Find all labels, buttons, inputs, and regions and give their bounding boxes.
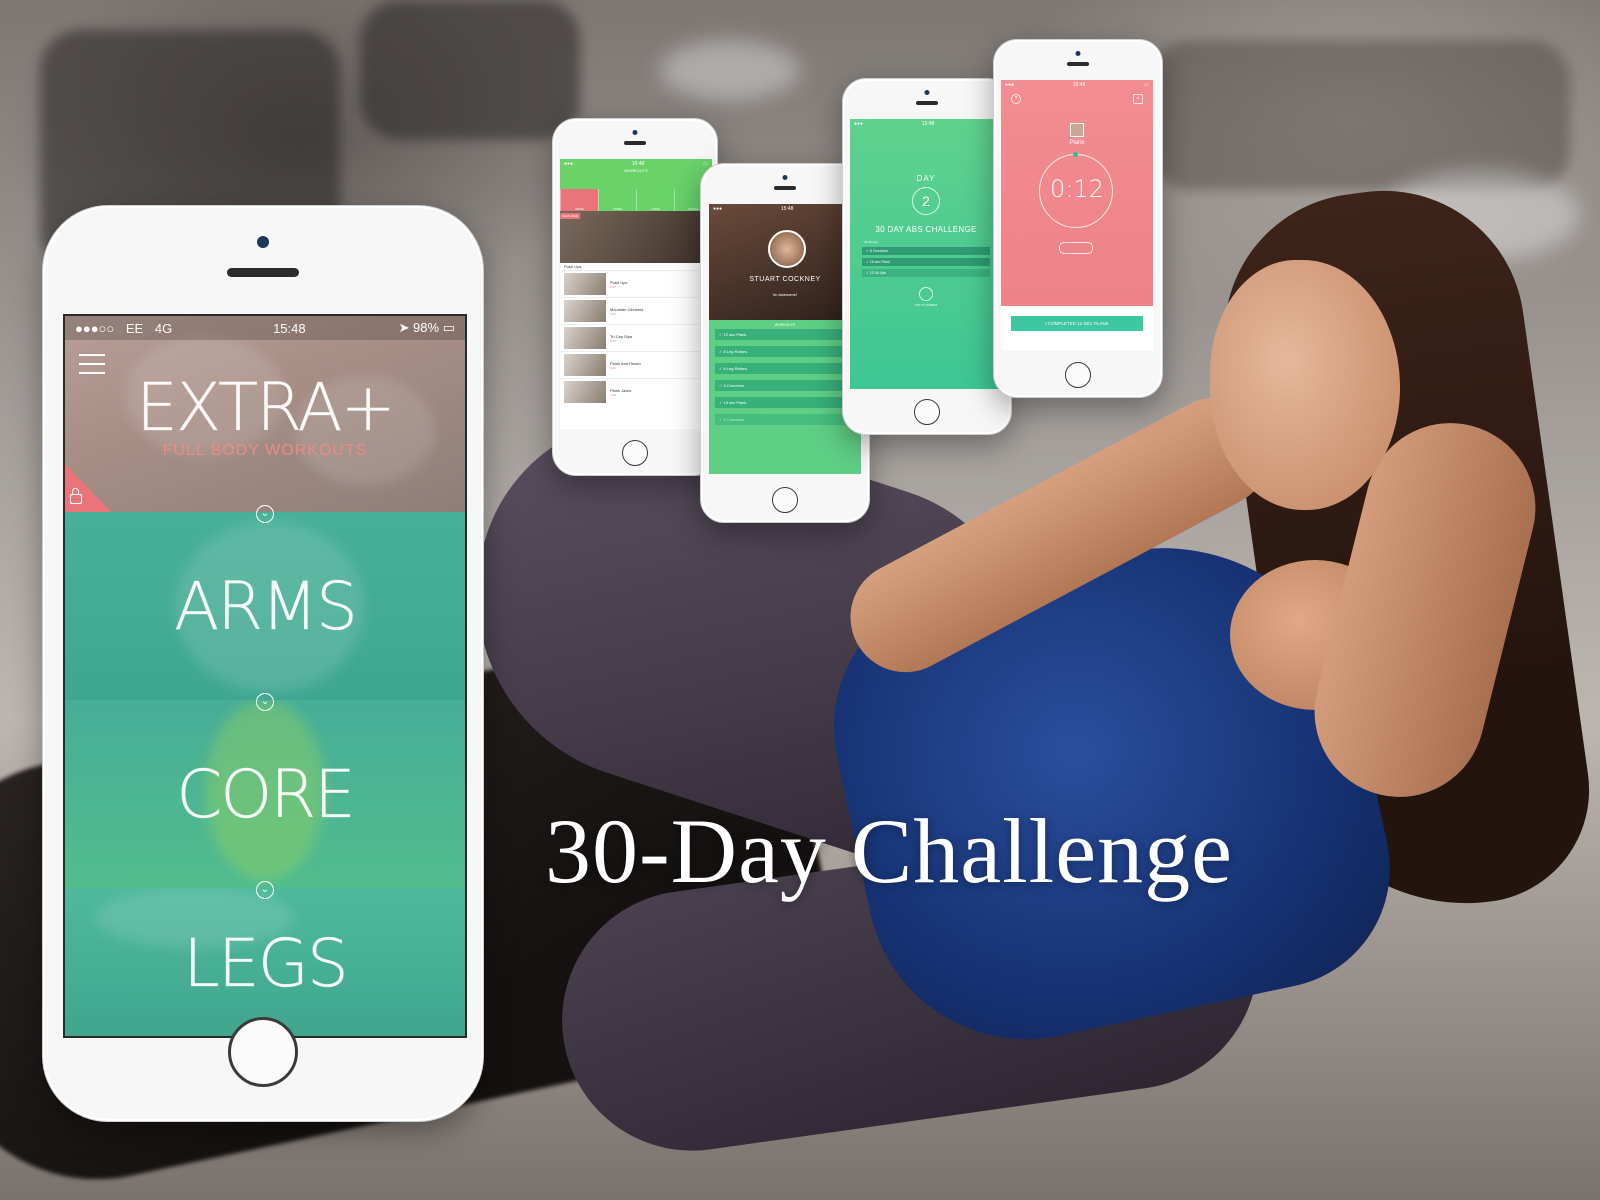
- section-title: CORE: [176, 755, 356, 833]
- list-item[interactable]: Tri-Cep Dips 0:14: [560, 324, 712, 351]
- list-item[interactable]: Plank Jacks 0:18: [560, 378, 712, 405]
- clock: 15:48: [273, 320, 306, 336]
- location-icon: ➤: [398, 320, 410, 335]
- list-label: Push Ups: [564, 264, 582, 269]
- challenge-subtitle: 30 Sit Ups: [864, 240, 878, 244]
- status-bar: ●●●15:48▭: [564, 160, 708, 167]
- help-icon[interactable]: ?: [1011, 94, 1021, 104]
- timer-panel: ●●● 15:48 ▭ ? × Plank 0:12: [1001, 80, 1153, 306]
- home-button[interactable]: [772, 487, 798, 513]
- list-item[interactable]: ✓ 4 Crunches: [715, 414, 855, 425]
- main-phone: ●●●○○ EE 4G 15:48 ➤ 98% ▭ EXTRA+ FULL BO…: [42, 205, 484, 1122]
- play-pause-control[interactable]: [1059, 242, 1093, 254]
- profile-status: Im Awesome!: [773, 292, 797, 297]
- tab-legs[interactable]: LEGS: [636, 189, 674, 211]
- earpiece: [624, 141, 646, 145]
- home-button[interactable]: [622, 440, 648, 466]
- chevron-down-icon[interactable]: ⌄: [256, 693, 274, 711]
- section-core[interactable]: CORE: [65, 700, 465, 888]
- tab-arms[interactable]: ARMS: [560, 189, 598, 211]
- locked-corner: [65, 464, 111, 512]
- complete-button[interactable]: I COMPLETED 12 SEC PLANK: [1011, 316, 1143, 331]
- profile-header: ●●●15:48▭ STUART COCKNEY Im Awesome!: [709, 204, 861, 320]
- list-item[interactable]: ✓ 8 Leg Raises: [715, 363, 855, 374]
- exercise-thumbnail: [1070, 123, 1084, 137]
- progress-spinner-icon: [919, 287, 933, 301]
- section-title: EXTRA+: [136, 368, 396, 446]
- section-subtitle: FULL BODY WORKOUTS: [162, 441, 368, 459]
- earpiece: [916, 101, 938, 105]
- list-item[interactable]: Push Ups 0:27: [560, 270, 712, 297]
- status-bar: ●●●○○ EE 4G 15:48 ➤ 98% ▭: [65, 316, 465, 340]
- carrier-label: EE: [125, 320, 144, 336]
- main-phone-screen: ●●●○○ EE 4G 15:48 ➤ 98% ▭ EXTRA+ FULL BO…: [63, 314, 467, 1038]
- tab-bar: ARMS CORE LEGS EXTRA: [560, 189, 712, 211]
- day-number: 2: [912, 187, 940, 215]
- day-label: DAY: [916, 174, 936, 183]
- workout-list: WORKOUTS ✓ 12 sec Plank ✓ 8 Leg Raises ✓…: [709, 320, 861, 474]
- list-item[interactable]: Mountain Climbers 0:26: [560, 297, 712, 324]
- featured-video[interactable]: FEATURED: [560, 211, 712, 263]
- exercise-name: Plank: [1069, 140, 1085, 146]
- menu-icon[interactable]: [79, 354, 105, 374]
- headline: 30-Day Challenge: [545, 800, 1233, 902]
- screen-title: WORKOUTS: [624, 168, 648, 173]
- list-item[interactable]: ✓ 15 sec Plank: [715, 397, 855, 408]
- signal-icon: ●●●○○: [75, 320, 115, 336]
- section-extra[interactable]: EXTRA+ FULL BODY WORKOUTS: [65, 316, 465, 512]
- tap-to-submit[interactable]: TAP TO SUBMIT: [850, 303, 1002, 307]
- status-bar: ●●●15:48▭: [1005, 81, 1149, 88]
- front-camera: [257, 236, 269, 248]
- list-item[interactable]: ✓ 8 Crunches: [715, 380, 855, 391]
- list-item[interactable]: ✓ 8 Leg Raises: [715, 346, 855, 357]
- home-button[interactable]: [1065, 362, 1091, 388]
- phone-workouts: ●●● 15:48 ▭ WORKOUTS ARMS CORE LEGS EXTRA …: [552, 118, 718, 476]
- lock-icon: [70, 488, 82, 504]
- earpiece: [774, 186, 796, 190]
- challenge-title: 30 DAY ABS CHALLENGE: [875, 225, 977, 234]
- list-item[interactable]: ✓ 12 Sit Ups: [862, 269, 990, 277]
- earpiece: [227, 268, 299, 277]
- list-item[interactable]: Plank And Reach 0:26: [560, 351, 712, 378]
- section-legs[interactable]: LEGS: [65, 888, 465, 1036]
- battery-label: 98%: [413, 320, 440, 335]
- phone-timer: ●●● 15:48 ▭ ? × Plank 0:12 I COMPLETED 12 …: [993, 39, 1163, 398]
- battery-icon: ▭: [442, 320, 455, 335]
- avatar[interactable]: [768, 230, 806, 268]
- list-header: WORKOUTS: [774, 323, 796, 327]
- status-bar: ●●●15:48▭: [854, 120, 998, 127]
- status-bar: ●●●15:48▭: [713, 205, 857, 212]
- tab-core[interactable]: CORE: [598, 189, 636, 211]
- network-label: 4G: [154, 320, 173, 336]
- section-title: LEGS: [183, 924, 349, 1002]
- close-icon[interactable]: ×: [1133, 94, 1143, 104]
- list-item[interactable]: ✓ 15 sec Plank: [862, 258, 990, 266]
- featured-tag: FEATURED: [560, 213, 580, 219]
- chevron-down-icon[interactable]: ⌄: [256, 505, 274, 523]
- home-button[interactable]: [228, 1017, 298, 1087]
- phone-challenge: ●●●15:48▭ DAY 2 30 DAY ABS CHALLENGE 30 …: [842, 78, 1012, 435]
- profile-name: STUART COCKNEY: [749, 276, 821, 283]
- earpiece: [1067, 62, 1089, 66]
- chevron-down-icon[interactable]: ⌄: [256, 881, 274, 899]
- timer-readout: 0:12: [1050, 175, 1104, 203]
- section-arms[interactable]: ARMS: [65, 512, 465, 700]
- list-item[interactable]: ✓ 8 Crunches: [862, 247, 990, 255]
- section-title: ARMS: [174, 567, 358, 645]
- list-item[interactable]: ✓ 12 sec Plank: [715, 329, 855, 340]
- home-button[interactable]: [914, 399, 940, 425]
